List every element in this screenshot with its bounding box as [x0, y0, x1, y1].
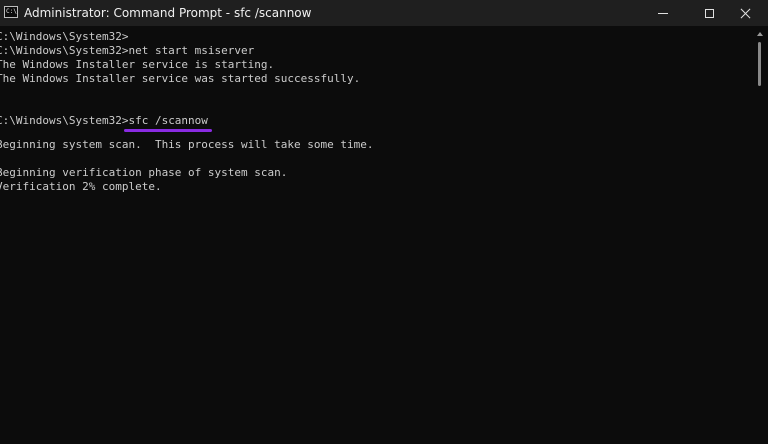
- vertical-scrollbar[interactable]: [752, 26, 768, 444]
- sfc-command-text: sfc /scannow: [128, 114, 208, 127]
- command-prompt-window: C:\ Administrator: Command Prompt - sfc …: [0, 0, 768, 444]
- close-icon: [740, 8, 751, 19]
- highlight-underline: [124, 129, 212, 132]
- console-line: C:\Windows\System32>net start msiserver: [0, 44, 255, 57]
- maximize-icon: [704, 8, 714, 18]
- console-line: C:\Windows\System32>: [0, 30, 129, 43]
- console-output[interactable]: C:\Windows\System32> C:\Windows\System32…: [0, 26, 750, 444]
- title-bar[interactable]: C:\ Administrator: Command Prompt - sfc …: [0, 0, 768, 26]
- console-line: The Windows Installer service is startin…: [0, 58, 275, 71]
- minimize-button[interactable]: [640, 0, 686, 26]
- scroll-up-arrow-icon[interactable]: [757, 32, 763, 36]
- console-line: Beginning verification phase of system s…: [0, 166, 288, 179]
- window-title: Administrator: Command Prompt - sfc /sca…: [24, 6, 312, 20]
- console-line: Beginning system scan. This process will…: [0, 138, 374, 151]
- console-line-scan-command: C:\Windows\System32>sfc /scannow: [0, 114, 212, 132]
- console-line: Verification 2% complete.: [0, 180, 162, 193]
- minimize-icon: [658, 12, 668, 14]
- close-button[interactable]: [722, 0, 768, 26]
- console-line: The Windows Installer service was starte…: [0, 72, 361, 85]
- command-prompt-icon: C:\: [4, 6, 18, 18]
- highlighted-command: sfc /scannow: [124, 114, 212, 132]
- prompt-text: C:\Windows\System32>: [0, 114, 129, 127]
- scroll-thumb[interactable]: [758, 42, 761, 86]
